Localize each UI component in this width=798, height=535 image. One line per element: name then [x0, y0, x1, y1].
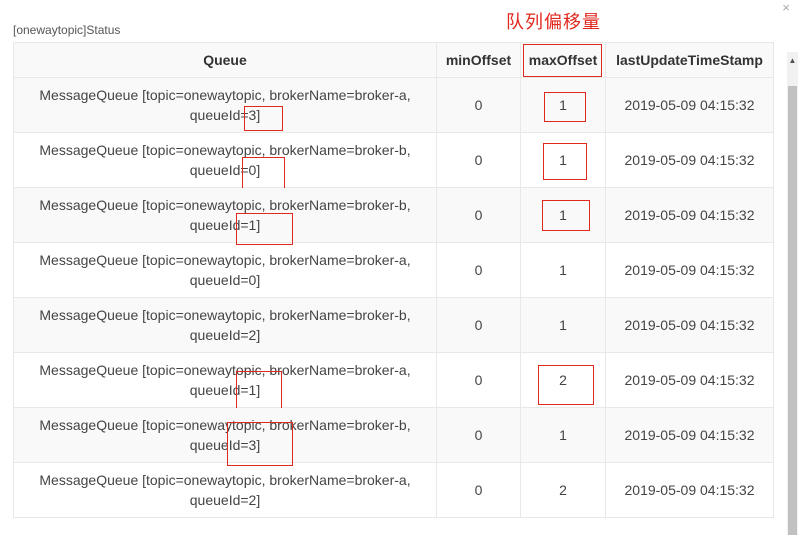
max-offset-value: 1	[559, 207, 567, 223]
min-offset-cell: 0	[436, 242, 521, 298]
column-header-max-offset: maxOffset	[520, 42, 606, 78]
max-offset-cell: 2	[520, 462, 606, 518]
queue-text-line1: MessageQueue [topic=onewaytopic, brokerN…	[39, 307, 411, 323]
queue-cell: MessageQueue [topic=onewaytopic, brokerN…	[13, 77, 437, 133]
table-row: MessageQueue [topic=onewaytopic, brokerN…	[13, 407, 774, 466]
timestamp-cell: 2019-05-09 04:15:32	[605, 297, 774, 353]
max-offset-cell: 1	[520, 297, 606, 353]
queue-text-line2: queueId=1]	[189, 217, 261, 233]
max-offset-cell: 1	[520, 187, 606, 243]
queue-cell: MessageQueue [topic=onewaytopic, brokerN…	[13, 297, 437, 353]
timestamp-cell: 2019-05-09 04:15:32	[605, 132, 774, 188]
timestamp-cell: 2019-05-09 04:15:32	[605, 242, 774, 298]
max-offset-cell: 2	[520, 352, 606, 408]
queue-text-line2: queueId=0]	[189, 272, 261, 288]
table-row: MessageQueue [topic=onewaytopic, brokerN…	[13, 242, 774, 298]
queue-text-line1: MessageQueue [topic=onewaytopic, brokerN…	[39, 142, 411, 158]
queue-text-line1: MessageQueue [topic=onewaytopic, brokerN…	[39, 87, 411, 103]
annotation-label: 队列偏移量	[506, 12, 601, 33]
close-icon[interactable]: ×	[779, 1, 793, 15]
queue-text-line1: MessageQueue [topic=onewaytopic, brokerN…	[39, 252, 411, 268]
queue-text-line2: queueId=3]	[189, 437, 261, 453]
max-offset-cell: 1	[520, 77, 606, 133]
min-offset-cell: 0	[436, 407, 521, 463]
table-row: MessageQueue [topic=onewaytopic, brokerN…	[13, 187, 774, 245]
min-offset-cell: 0	[436, 132, 521, 188]
table-header-row: Queue minOffset maxOffset lastUpdateTime…	[13, 42, 774, 78]
queue-text-line1: MessageQueue [topic=onewaytopic, brokerN…	[39, 197, 411, 213]
queue-text-line1: MessageQueue [topic=onewaytopic, brokerN…	[39, 417, 411, 433]
column-header-min-offset: minOffset	[436, 42, 521, 78]
queue-cell: MessageQueue [topic=onewaytopic, brokerN…	[13, 352, 437, 411]
min-offset-cell: 0	[436, 77, 521, 133]
timestamp-cell: 2019-05-09 04:15:32	[605, 187, 774, 243]
timestamp-cell: 2019-05-09 04:15:32	[605, 77, 774, 133]
min-offset-cell: 0	[436, 187, 521, 243]
max-offset-cell: 1	[520, 407, 606, 463]
queue-text-line1: MessageQueue [topic=onewaytopic, brokerN…	[39, 472, 411, 488]
queue-cell: MessageQueue [topic=onewaytopic, brokerN…	[13, 242, 437, 298]
queue-cell: MessageQueue [topic=onewaytopic, brokerN…	[13, 132, 437, 189]
queue-status-table-container: Queue minOffset maxOffset lastUpdateTime…	[13, 42, 774, 520]
max-offset-cell: 1	[520, 242, 606, 298]
timestamp-cell: 2019-05-09 04:15:32	[605, 352, 774, 408]
topic-status-dialog: [onewaytopic]Status 队列偏移量 × Queue minOff…	[0, 0, 798, 535]
queue-text-line2: queueId=0]	[189, 162, 261, 178]
max-offset-value: 1	[559, 97, 567, 113]
max-offset-value: 1	[559, 152, 567, 168]
queue-status-table: Queue minOffset maxOffset lastUpdateTime…	[13, 42, 774, 518]
queue-cell: MessageQueue [topic=onewaytopic, brokerN…	[13, 187, 437, 245]
max-offset-cell: 1	[520, 132, 606, 188]
queue-text-line2: queueId=3]	[189, 107, 261, 123]
scrollbar-thumb[interactable]	[788, 86, 797, 535]
queue-cell: MessageQueue [topic=onewaytopic, brokerN…	[13, 462, 437, 518]
scroll-up-arrow-icon[interactable]: ▲	[787, 55, 798, 67]
queue-text-line2: queueId=2]	[189, 327, 261, 343]
table-row: MessageQueue [topic=onewaytopic, brokerN…	[13, 297, 774, 353]
max-offset-value: 2	[559, 372, 567, 388]
table-row: MessageQueue [topic=onewaytopic, brokerN…	[13, 462, 774, 518]
queue-text-line2: queueId=2]	[189, 492, 261, 508]
column-header-queue: Queue	[13, 42, 437, 78]
min-offset-cell: 0	[436, 297, 521, 353]
min-offset-cell: 0	[436, 462, 521, 518]
table-row: MessageQueue [topic=onewaytopic, brokerN…	[13, 132, 774, 189]
dialog-title: [onewaytopic]Status	[13, 23, 121, 37]
timestamp-cell: 2019-05-09 04:15:32	[605, 407, 774, 463]
queue-text-line2: queueId=1]	[189, 382, 261, 398]
min-offset-cell: 0	[436, 352, 521, 408]
column-header-max-offset-label: maxOffset	[528, 52, 598, 68]
table-row: MessageQueue [topic=onewaytopic, brokerN…	[13, 352, 774, 411]
table-row: MessageQueue [topic=onewaytopic, brokerN…	[13, 77, 774, 133]
timestamp-cell: 2019-05-09 04:15:32	[605, 462, 774, 518]
queue-text-line1: MessageQueue [topic=onewaytopic, brokerN…	[39, 362, 411, 378]
column-header-last-update: lastUpdateTimeStamp	[605, 42, 774, 78]
queue-cell: MessageQueue [topic=onewaytopic, brokerN…	[13, 407, 437, 466]
